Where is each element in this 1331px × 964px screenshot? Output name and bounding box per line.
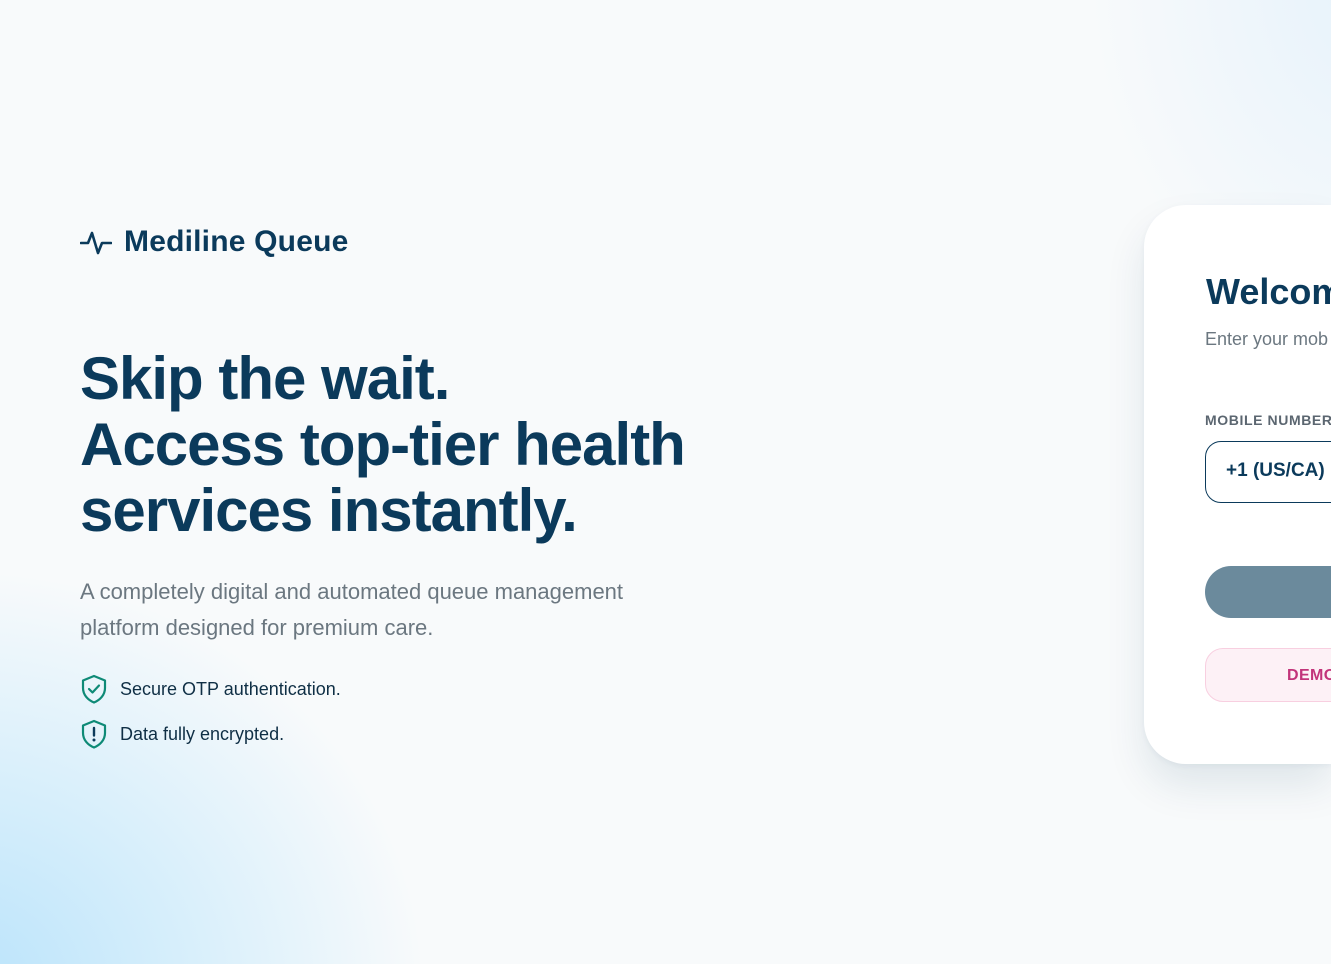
login-description: Enter your mob account. (1205, 329, 1331, 349)
hero-headline: Skip the wait. Access top-tier health se… (80, 345, 686, 544)
shield-check-icon (80, 674, 108, 704)
headline-line-3: services instantly. (80, 477, 578, 544)
mobile-number-field[interactable]: +1 (US/CA) (1205, 441, 1331, 503)
demo-button-label: DEMO (1287, 667, 1331, 684)
login-title: Welcom (1206, 271, 1331, 312)
feature-item: Data fully encrypted. (80, 719, 341, 749)
submit-button[interactable] (1205, 566, 1331, 618)
login-card: Welcom Enter your mob account. MOBILE NU… (1144, 205, 1331, 764)
pulse-icon (80, 226, 112, 258)
brand-logo[interactable]: Mediline Queue (80, 225, 349, 259)
demo-button[interactable]: DEMO (1205, 648, 1331, 702)
country-code-select[interactable]: +1 (US/CA) (1226, 460, 1325, 482)
headline-line-1: Skip the wait. (80, 345, 450, 412)
feature-list: Secure OTP authentication. Data fully en… (80, 674, 341, 764)
shield-alert-icon (80, 719, 108, 749)
feature-text: Data fully encrypted. (120, 723, 285, 744)
headline-line-2: Access top-tier health (80, 411, 686, 478)
hero-subtitle: A completely digital and automated queue… (80, 579, 624, 640)
brand-name: Mediline Queue (124, 225, 349, 258)
feature-text: Secure OTP authentication. (120, 678, 341, 699)
feature-item: Secure OTP authentication. (80, 674, 341, 704)
mobile-number-label: MOBILE NUMBER (1205, 412, 1331, 428)
